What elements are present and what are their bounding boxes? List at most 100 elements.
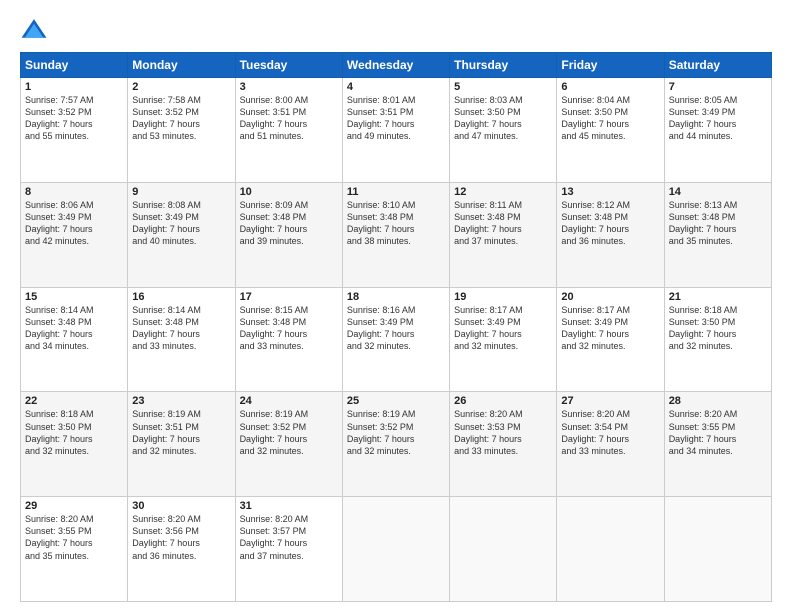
day-info: Sunrise: 8:20 AM Sunset: 3:56 PM Dayligh… bbox=[132, 513, 230, 562]
calendar-cell: 31Sunrise: 8:20 AM Sunset: 3:57 PM Dayli… bbox=[235, 497, 342, 602]
day-number: 15 bbox=[25, 291, 123, 303]
day-number: 19 bbox=[454, 291, 552, 303]
calendar-cell: 8Sunrise: 8:06 AM Sunset: 3:49 PM Daylig… bbox=[21, 182, 128, 287]
day-number: 9 bbox=[132, 186, 230, 198]
col-thursday: Thursday bbox=[450, 53, 557, 78]
day-number: 11 bbox=[347, 186, 445, 198]
day-info: Sunrise: 7:57 AM Sunset: 3:52 PM Dayligh… bbox=[25, 94, 123, 143]
day-info: Sunrise: 8:18 AM Sunset: 3:50 PM Dayligh… bbox=[25, 408, 123, 457]
day-number: 28 bbox=[669, 395, 767, 407]
calendar-cell: 15Sunrise: 8:14 AM Sunset: 3:48 PM Dayli… bbox=[21, 287, 128, 392]
calendar-cell bbox=[450, 497, 557, 602]
day-number: 8 bbox=[25, 186, 123, 198]
day-number: 30 bbox=[132, 500, 230, 512]
calendar-cell bbox=[664, 497, 771, 602]
day-number: 10 bbox=[240, 186, 338, 198]
calendar-cell: 2Sunrise: 7:58 AM Sunset: 3:52 PM Daylig… bbox=[128, 78, 235, 183]
day-info: Sunrise: 8:17 AM Sunset: 3:49 PM Dayligh… bbox=[561, 304, 659, 353]
day-info: Sunrise: 8:00 AM Sunset: 3:51 PM Dayligh… bbox=[240, 94, 338, 143]
day-info: Sunrise: 8:08 AM Sunset: 3:49 PM Dayligh… bbox=[132, 199, 230, 248]
calendar-cell: 7Sunrise: 8:05 AM Sunset: 3:49 PM Daylig… bbox=[664, 78, 771, 183]
day-info: Sunrise: 8:13 AM Sunset: 3:48 PM Dayligh… bbox=[669, 199, 767, 248]
day-info: Sunrise: 8:14 AM Sunset: 3:48 PM Dayligh… bbox=[132, 304, 230, 353]
calendar-cell: 10Sunrise: 8:09 AM Sunset: 3:48 PM Dayli… bbox=[235, 182, 342, 287]
calendar-week-row-4: 22Sunrise: 8:18 AM Sunset: 3:50 PM Dayli… bbox=[21, 392, 772, 497]
day-info: Sunrise: 8:05 AM Sunset: 3:49 PM Dayligh… bbox=[669, 94, 767, 143]
col-saturday: Saturday bbox=[664, 53, 771, 78]
calendar-cell: 12Sunrise: 8:11 AM Sunset: 3:48 PM Dayli… bbox=[450, 182, 557, 287]
col-tuesday: Tuesday bbox=[235, 53, 342, 78]
day-number: 21 bbox=[669, 291, 767, 303]
day-number: 3 bbox=[240, 81, 338, 93]
calendar-cell: 21Sunrise: 8:18 AM Sunset: 3:50 PM Dayli… bbox=[664, 287, 771, 392]
day-number: 16 bbox=[132, 291, 230, 303]
calendar-cell: 27Sunrise: 8:20 AM Sunset: 3:54 PM Dayli… bbox=[557, 392, 664, 497]
day-number: 6 bbox=[561, 81, 659, 93]
day-info: Sunrise: 8:14 AM Sunset: 3:48 PM Dayligh… bbox=[25, 304, 123, 353]
day-info: Sunrise: 8:10 AM Sunset: 3:48 PM Dayligh… bbox=[347, 199, 445, 248]
day-number: 4 bbox=[347, 81, 445, 93]
day-number: 18 bbox=[347, 291, 445, 303]
calendar-cell: 13Sunrise: 8:12 AM Sunset: 3:48 PM Dayli… bbox=[557, 182, 664, 287]
calendar-cell: 19Sunrise: 8:17 AM Sunset: 3:49 PM Dayli… bbox=[450, 287, 557, 392]
col-friday: Friday bbox=[557, 53, 664, 78]
calendar-cell: 28Sunrise: 8:20 AM Sunset: 3:55 PM Dayli… bbox=[664, 392, 771, 497]
col-monday: Monday bbox=[128, 53, 235, 78]
calendar-cell: 16Sunrise: 8:14 AM Sunset: 3:48 PM Dayli… bbox=[128, 287, 235, 392]
day-info: Sunrise: 8:12 AM Sunset: 3:48 PM Dayligh… bbox=[561, 199, 659, 248]
day-info: Sunrise: 8:03 AM Sunset: 3:50 PM Dayligh… bbox=[454, 94, 552, 143]
day-info: Sunrise: 8:19 AM Sunset: 3:52 PM Dayligh… bbox=[240, 408, 338, 457]
day-number: 31 bbox=[240, 500, 338, 512]
day-number: 17 bbox=[240, 291, 338, 303]
calendar-header-row: Sunday Monday Tuesday Wednesday Thursday… bbox=[21, 53, 772, 78]
day-number: 2 bbox=[132, 81, 230, 93]
day-number: 29 bbox=[25, 500, 123, 512]
calendar-cell: 3Sunrise: 8:00 AM Sunset: 3:51 PM Daylig… bbox=[235, 78, 342, 183]
day-number: 23 bbox=[132, 395, 230, 407]
day-number: 5 bbox=[454, 81, 552, 93]
day-number: 24 bbox=[240, 395, 338, 407]
calendar-cell: 5Sunrise: 8:03 AM Sunset: 3:50 PM Daylig… bbox=[450, 78, 557, 183]
day-info: Sunrise: 7:58 AM Sunset: 3:52 PM Dayligh… bbox=[132, 94, 230, 143]
day-info: Sunrise: 8:04 AM Sunset: 3:50 PM Dayligh… bbox=[561, 94, 659, 143]
day-info: Sunrise: 8:20 AM Sunset: 3:53 PM Dayligh… bbox=[454, 408, 552, 457]
day-number: 7 bbox=[669, 81, 767, 93]
day-info: Sunrise: 8:20 AM Sunset: 3:54 PM Dayligh… bbox=[561, 408, 659, 457]
calendar-cell: 11Sunrise: 8:10 AM Sunset: 3:48 PM Dayli… bbox=[342, 182, 449, 287]
col-sunday: Sunday bbox=[21, 53, 128, 78]
calendar-week-row-1: 1Sunrise: 7:57 AM Sunset: 3:52 PM Daylig… bbox=[21, 78, 772, 183]
logo bbox=[20, 16, 52, 44]
day-info: Sunrise: 8:19 AM Sunset: 3:51 PM Dayligh… bbox=[132, 408, 230, 457]
calendar-week-row-5: 29Sunrise: 8:20 AM Sunset: 3:55 PM Dayli… bbox=[21, 497, 772, 602]
calendar-cell: 23Sunrise: 8:19 AM Sunset: 3:51 PM Dayli… bbox=[128, 392, 235, 497]
day-info: Sunrise: 8:19 AM Sunset: 3:52 PM Dayligh… bbox=[347, 408, 445, 457]
calendar-cell: 26Sunrise: 8:20 AM Sunset: 3:53 PM Dayli… bbox=[450, 392, 557, 497]
day-number: 12 bbox=[454, 186, 552, 198]
calendar-cell: 6Sunrise: 8:04 AM Sunset: 3:50 PM Daylig… bbox=[557, 78, 664, 183]
day-info: Sunrise: 8:01 AM Sunset: 3:51 PM Dayligh… bbox=[347, 94, 445, 143]
day-info: Sunrise: 8:20 AM Sunset: 3:57 PM Dayligh… bbox=[240, 513, 338, 562]
calendar-cell bbox=[342, 497, 449, 602]
calendar-cell: 18Sunrise: 8:16 AM Sunset: 3:49 PM Dayli… bbox=[342, 287, 449, 392]
day-number: 22 bbox=[25, 395, 123, 407]
calendar-week-row-3: 15Sunrise: 8:14 AM Sunset: 3:48 PM Dayli… bbox=[21, 287, 772, 392]
day-number: 1 bbox=[25, 81, 123, 93]
calendar-cell: 1Sunrise: 7:57 AM Sunset: 3:52 PM Daylig… bbox=[21, 78, 128, 183]
day-info: Sunrise: 8:16 AM Sunset: 3:49 PM Dayligh… bbox=[347, 304, 445, 353]
day-number: 26 bbox=[454, 395, 552, 407]
col-wednesday: Wednesday bbox=[342, 53, 449, 78]
calendar-cell: 4Sunrise: 8:01 AM Sunset: 3:51 PM Daylig… bbox=[342, 78, 449, 183]
day-number: 27 bbox=[561, 395, 659, 407]
day-info: Sunrise: 8:17 AM Sunset: 3:49 PM Dayligh… bbox=[454, 304, 552, 353]
calendar-cell: 25Sunrise: 8:19 AM Sunset: 3:52 PM Dayli… bbox=[342, 392, 449, 497]
day-info: Sunrise: 8:20 AM Sunset: 3:55 PM Dayligh… bbox=[669, 408, 767, 457]
day-info: Sunrise: 8:18 AM Sunset: 3:50 PM Dayligh… bbox=[669, 304, 767, 353]
day-number: 13 bbox=[561, 186, 659, 198]
calendar-cell: 24Sunrise: 8:19 AM Sunset: 3:52 PM Dayli… bbox=[235, 392, 342, 497]
calendar-cell: 9Sunrise: 8:08 AM Sunset: 3:49 PM Daylig… bbox=[128, 182, 235, 287]
day-number: 14 bbox=[669, 186, 767, 198]
logo-icon bbox=[20, 16, 48, 44]
day-info: Sunrise: 8:15 AM Sunset: 3:48 PM Dayligh… bbox=[240, 304, 338, 353]
calendar-cell: 14Sunrise: 8:13 AM Sunset: 3:48 PM Dayli… bbox=[664, 182, 771, 287]
calendar-cell: 30Sunrise: 8:20 AM Sunset: 3:56 PM Dayli… bbox=[128, 497, 235, 602]
